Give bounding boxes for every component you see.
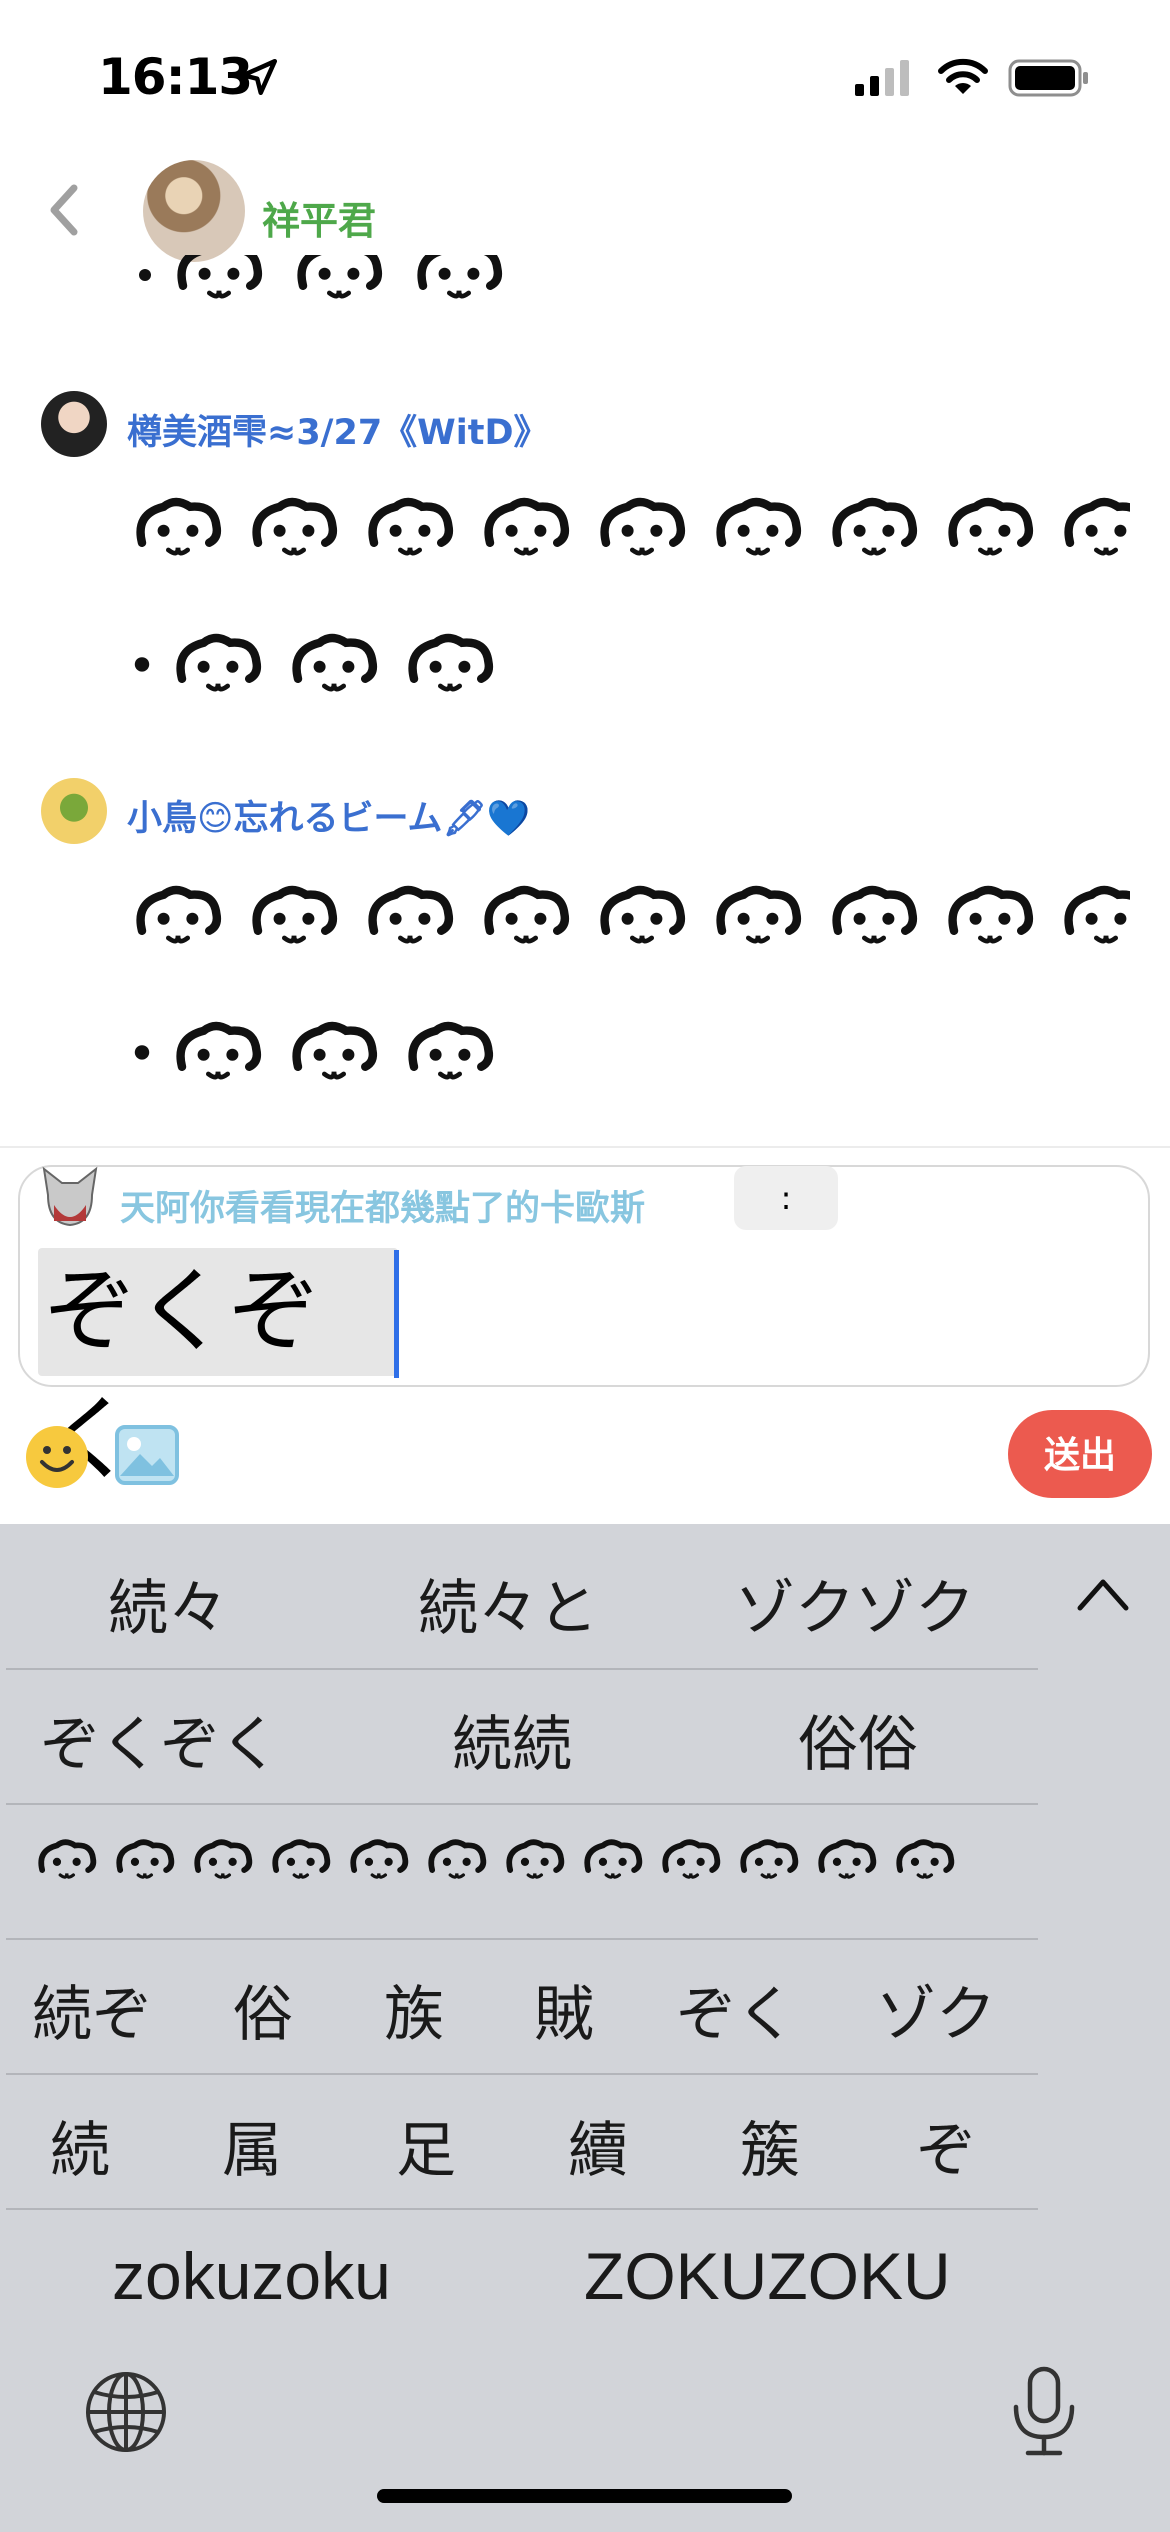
divider bbox=[6, 2208, 1038, 2210]
candidate-emoticons[interactable] bbox=[34, 1830, 1004, 1900]
candidate[interactable]: 続 bbox=[50, 2102, 110, 2189]
emoticon-face bbox=[194, 1839, 253, 1879]
candidate[interactable]: 属 bbox=[222, 2102, 282, 2189]
emoticon-face bbox=[716, 497, 802, 556]
emoticon-face bbox=[408, 1021, 494, 1080]
emoticon-face bbox=[292, 633, 378, 692]
emoticon-face bbox=[584, 1839, 643, 1879]
emoticon-face bbox=[136, 885, 222, 944]
emoticon-face bbox=[136, 497, 222, 556]
emoticon-face bbox=[292, 1021, 378, 1080]
emoticon-face bbox=[368, 497, 454, 556]
message-input[interactable]: ぞくぞく bbox=[38, 1248, 398, 1493]
microphone-icon[interactable] bbox=[1000, 2365, 1088, 2459]
emoticon-face bbox=[38, 1839, 97, 1879]
candidate[interactable]: 續 bbox=[568, 2102, 628, 2189]
message-avatar[interactable] bbox=[41, 778, 107, 844]
emoticon-face bbox=[716, 885, 802, 944]
message-sender-name[interactable]: 小鳥😊忘れるビーム🖋💙 bbox=[127, 790, 530, 841]
chevron-up-icon[interactable] bbox=[1072, 1570, 1134, 1616]
emoticon-face bbox=[484, 497, 570, 556]
emoticon-face bbox=[176, 633, 262, 692]
emoticon-face bbox=[948, 885, 1034, 944]
back-button[interactable] bbox=[40, 180, 88, 240]
candidate[interactable]: 賊 bbox=[534, 1966, 594, 2053]
divider bbox=[6, 1803, 1038, 1805]
message-emoticons-line bbox=[130, 482, 1130, 572]
emoticon-face bbox=[484, 885, 570, 944]
cellular-signal-icon bbox=[855, 60, 909, 96]
candidate[interactable]: 続続 bbox=[452, 1696, 572, 1783]
candidate[interactable]: 続々 bbox=[108, 1560, 228, 1647]
emoticon-face bbox=[662, 1839, 721, 1879]
candidate[interactable]: 族 bbox=[384, 1966, 444, 2053]
candidate[interactable]: 足 bbox=[396, 2102, 456, 2189]
emoticon-face bbox=[948, 497, 1034, 556]
globe-icon[interactable] bbox=[84, 2370, 168, 2454]
smiley-icon[interactable] bbox=[24, 1424, 90, 1490]
status-time: 16:13 bbox=[98, 48, 253, 106]
candidate[interactable]: 続ぞ bbox=[32, 1966, 152, 2053]
wifi-icon bbox=[938, 58, 988, 94]
emoticon-face bbox=[1064, 497, 1130, 556]
emoticon-face bbox=[417, 255, 503, 299]
emoticon-face bbox=[818, 1839, 877, 1879]
reply-avatar bbox=[42, 1166, 98, 1227]
candidate[interactable]: ゾク bbox=[876, 1966, 996, 2053]
emoticon-face bbox=[832, 497, 918, 556]
emoticon-face bbox=[506, 1839, 565, 1879]
candidate[interactable]: 俗 bbox=[233, 1966, 293, 2053]
battery-icon bbox=[1008, 59, 1088, 97]
candidate[interactable]: 続々と bbox=[418, 1560, 598, 1647]
emoticon-face bbox=[368, 885, 454, 944]
candidate[interactable]: 俗俗 bbox=[798, 1696, 918, 1783]
candidate[interactable]: ぞく bbox=[676, 1966, 796, 2053]
candidate[interactable]: ゾクゾク bbox=[735, 1560, 975, 1647]
divider bbox=[6, 1938, 1038, 1940]
candidate[interactable]: 簇 bbox=[740, 2102, 800, 2189]
text-caret bbox=[394, 1250, 399, 1378]
emoticon-face bbox=[176, 1021, 262, 1080]
emoticon-face bbox=[896, 1839, 955, 1879]
message-emoticons-line bbox=[130, 1006, 570, 1096]
divider bbox=[6, 1668, 1038, 1670]
emoticon-face bbox=[297, 255, 383, 299]
emoticon-face bbox=[177, 255, 263, 299]
emoticon-face bbox=[600, 885, 686, 944]
emoticon-face bbox=[408, 633, 494, 692]
send-button[interactable]: 送出 bbox=[1008, 1410, 1152, 1498]
emoticon-face bbox=[116, 1839, 175, 1879]
message-emoticons-partial bbox=[135, 255, 555, 305]
candidate[interactable]: ぞ bbox=[916, 2102, 976, 2189]
candidate[interactable]: ZOKUZOKU bbox=[584, 2238, 951, 2314]
message-emoticons-line bbox=[130, 618, 570, 708]
back-chevron-icon bbox=[50, 184, 78, 236]
emoticon-face bbox=[600, 497, 686, 556]
message-sender-name[interactable]: 樽美酒雫≈3/27《WitD》 bbox=[127, 404, 549, 455]
location-arrow-icon bbox=[240, 58, 278, 96]
header-avatar[interactable] bbox=[143, 160, 245, 262]
candidate[interactable]: zokuzoku bbox=[112, 2238, 391, 2314]
emoticon-dot bbox=[134, 1045, 150, 1060]
emoticon-face bbox=[428, 1839, 487, 1879]
candidate[interactable]: ぞくぞく bbox=[40, 1696, 280, 1783]
divider bbox=[6, 2073, 1038, 2075]
emoticon-face bbox=[832, 885, 918, 944]
reply-mention-name: 天阿你看看現在都幾點了的卡歐斯 bbox=[120, 1189, 646, 1229]
reply-chip[interactable]: : bbox=[734, 1166, 838, 1230]
ime-keyboard: 続々 続々と ゾクゾク ぞくぞく 続続 俗俗 続ぞ 俗 族 賊 ぞく ゾク 続 … bbox=[0, 1524, 1170, 2532]
emoticon-face bbox=[1064, 885, 1130, 944]
header-contact-name[interactable]: 祥平君 bbox=[262, 190, 376, 245]
emoticon-face bbox=[740, 1839, 799, 1879]
emoticon-face bbox=[272, 1839, 331, 1879]
emoticon-face bbox=[252, 497, 338, 556]
emoticon-dot bbox=[134, 657, 150, 672]
home-indicator bbox=[377, 2489, 792, 2503]
emoticon-face bbox=[350, 1839, 409, 1879]
message-avatar[interactable] bbox=[41, 391, 107, 457]
message-emoticons-line bbox=[130, 870, 1130, 960]
divider bbox=[0, 1146, 1170, 1148]
image-icon[interactable] bbox=[114, 1424, 180, 1486]
emoticon-face bbox=[252, 885, 338, 944]
